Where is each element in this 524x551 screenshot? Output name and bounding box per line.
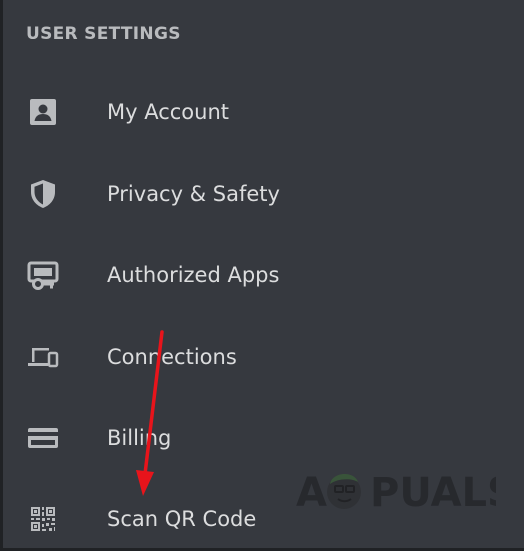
menu-item-privacy-safety[interactable]: Privacy & Safety <box>3 162 524 226</box>
menu-item-label: Billing <box>107 426 172 450</box>
menu-item-connections[interactable]: Connections <box>3 325 524 389</box>
menu-item-authorized-apps[interactable]: Authorized Apps <box>3 243 524 307</box>
svg-text:A: A <box>296 470 327 516</box>
menu-item-billing[interactable]: Billing <box>3 406 524 470</box>
menu-item-label: Connections <box>107 345 237 369</box>
menu-item-label: Authorized Apps <box>107 263 280 287</box>
menu-item-my-account[interactable]: My Account <box>3 80 524 144</box>
authorized-apps-icon <box>27 259 59 291</box>
section-header-user-settings: USER SETTINGS <box>26 24 181 44</box>
menu-item-label: My Account <box>107 100 230 124</box>
menu-item-label: Scan QR Code <box>107 507 257 531</box>
credit-card-icon <box>27 422 59 454</box>
qr-code-icon <box>27 503 59 535</box>
devices-icon <box>27 341 59 373</box>
shield-icon <box>27 178 59 210</box>
account-card-icon <box>27 96 59 128</box>
menu-item-label: Privacy & Safety <box>107 182 280 206</box>
svg-text:PUALS: PUALS <box>370 470 496 516</box>
appuals-watermark-logo: A PUALS <box>296 462 516 518</box>
